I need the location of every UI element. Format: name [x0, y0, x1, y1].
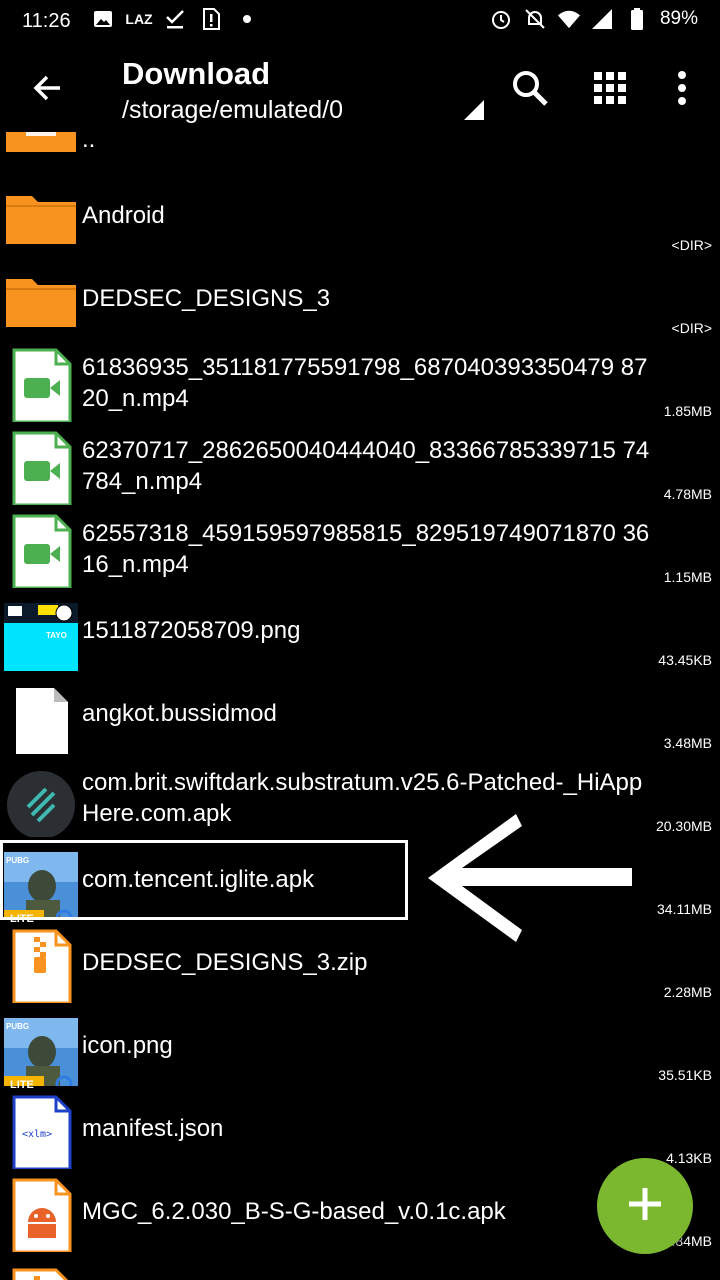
thumb-label: TAYO — [46, 631, 67, 640]
wifi-icon — [557, 8, 580, 30]
file-name: 61836935_351181775591798_687040393350479… — [82, 354, 648, 412]
search-icon[interactable] — [508, 66, 552, 110]
list-item[interactable]: DEDSEC_DESIGNS_3 <DIR> — [0, 257, 720, 340]
battery-icon — [626, 8, 648, 30]
more-vert-icon[interactable] — [664, 66, 700, 110]
dot-icon — [236, 8, 258, 30]
video-file-icon — [4, 431, 78, 507]
blank-file-icon — [4, 680, 78, 756]
dropdown-triangle-icon[interactable] — [464, 100, 484, 120]
file-meta: 20.30MB — [655, 818, 712, 834]
sim-alert-icon — [200, 8, 222, 30]
path-breadcrumb[interactable]: /storage/emulated/0 — [122, 96, 343, 125]
add-button[interactable] — [597, 1158, 693, 1254]
thumb-label: PUBG — [6, 1022, 30, 1031]
grid-view-icon[interactable] — [588, 66, 632, 110]
signal-icon — [591, 8, 614, 30]
file-list[interactable]: .. Android <DIR> DEDSEC_DESIGNS_3 <DIR> … — [0, 132, 720, 1280]
back-arrow-icon[interactable] — [28, 68, 68, 108]
battery-percent: 89% — [659, 8, 698, 29]
pointer-arrow-icon — [424, 810, 634, 946]
file-name: angkot.bussidmod — [82, 700, 277, 727]
file-meta: 3.48MB — [663, 735, 712, 751]
file-meta: 1.85MB — [663, 403, 712, 419]
pubg-lite-icon: LITE PUBG — [4, 1012, 78, 1093]
status-time: 11:26 — [22, 10, 71, 32]
list-item[interactable]: 62370717_2862650040444040_83366785339715… — [0, 423, 720, 507]
file-name: DEDSEC_DESIGNS_3 — [82, 285, 331, 312]
file-meta: 35.51KB — [658, 1067, 712, 1083]
file-meta: 4.13KB — [666, 1150, 712, 1166]
video-file-icon — [4, 514, 78, 590]
android-apk-icon — [4, 1178, 78, 1254]
file-meta: <DIR> — [671, 237, 712, 253]
pubg-lite-icon: LITE PUBG — [4, 846, 78, 927]
thumb-label: PUBG — [6, 856, 30, 865]
image-thumbnail-icon: TAYO — [4, 597, 78, 677]
list-item[interactable]: <xlm> manifest.json 4.13KB — [0, 1087, 720, 1171]
file-meta: 1.15MB — [663, 569, 712, 585]
file-name: 62557318_459159597985815_829519749071870… — [82, 520, 650, 578]
laz-icon: LAZ — [125, 11, 153, 27]
file-name: DEDSEC_DESIGNS_3.zip — [82, 949, 368, 976]
page-title: Download — [122, 56, 271, 91]
thumb-label: <xlm> — [22, 1129, 53, 1140]
image-icon — [92, 8, 114, 30]
list-item[interactable]: angkot.bussidmod 3.48MB — [0, 672, 720, 756]
file-meta: <DIR> — [671, 320, 712, 336]
list-item[interactable] — [0, 1260, 720, 1280]
file-name: icon.png — [82, 1032, 173, 1059]
app-apk-icon — [4, 763, 78, 839]
list-item[interactable]: .. — [0, 132, 720, 157]
file-meta: 43.45KB — [658, 652, 712, 668]
file-meta: 4.78MB — [663, 486, 712, 502]
list-item[interactable]: 61836935_351181775591798_687040393350479… — [0, 340, 720, 424]
folder-up-icon — [4, 132, 78, 156]
file-name: 1511872058709.png — [82, 617, 301, 644]
list-item[interactable]: Android <DIR> — [0, 174, 720, 257]
alarm-icon — [490, 8, 512, 30]
bell-off-icon — [524, 8, 546, 30]
file-name: MGC_6.2.030_B-S-G-based_v.0.1c.apk — [82, 1198, 506, 1225]
status-bar: 11:26 LAZ 89% — [0, 0, 720, 44]
add-icon — [625, 1184, 665, 1229]
zip-file-icon — [4, 1268, 78, 1280]
app-bar: Download /storage/emulated/0 — [0, 44, 720, 132]
xml-file-icon: <xlm> — [4, 1095, 78, 1171]
zip-file-icon — [4, 929, 78, 1005]
checkmark-download-icon — [164, 8, 186, 30]
list-item[interactable]: LITE PUBG icon.png 35.51KB — [0, 1004, 720, 1093]
folder-icon — [4, 182, 78, 256]
file-meta: 2.28MB — [663, 984, 712, 1000]
file-name: manifest.json — [82, 1115, 224, 1142]
file-name: Android — [82, 202, 165, 229]
file-name: .. — [82, 132, 96, 153]
list-item[interactable]: TAYO 1511872058709.png 43.45KB — [0, 589, 720, 677]
file-name: 62370717_2862650040444040_83366785339715… — [82, 437, 650, 495]
file-meta: 34.11MB — [657, 901, 712, 917]
list-item[interactable]: 62557318_459159597985815_829519749071870… — [0, 506, 720, 590]
video-file-icon — [4, 348, 78, 424]
folder-icon — [4, 265, 78, 339]
